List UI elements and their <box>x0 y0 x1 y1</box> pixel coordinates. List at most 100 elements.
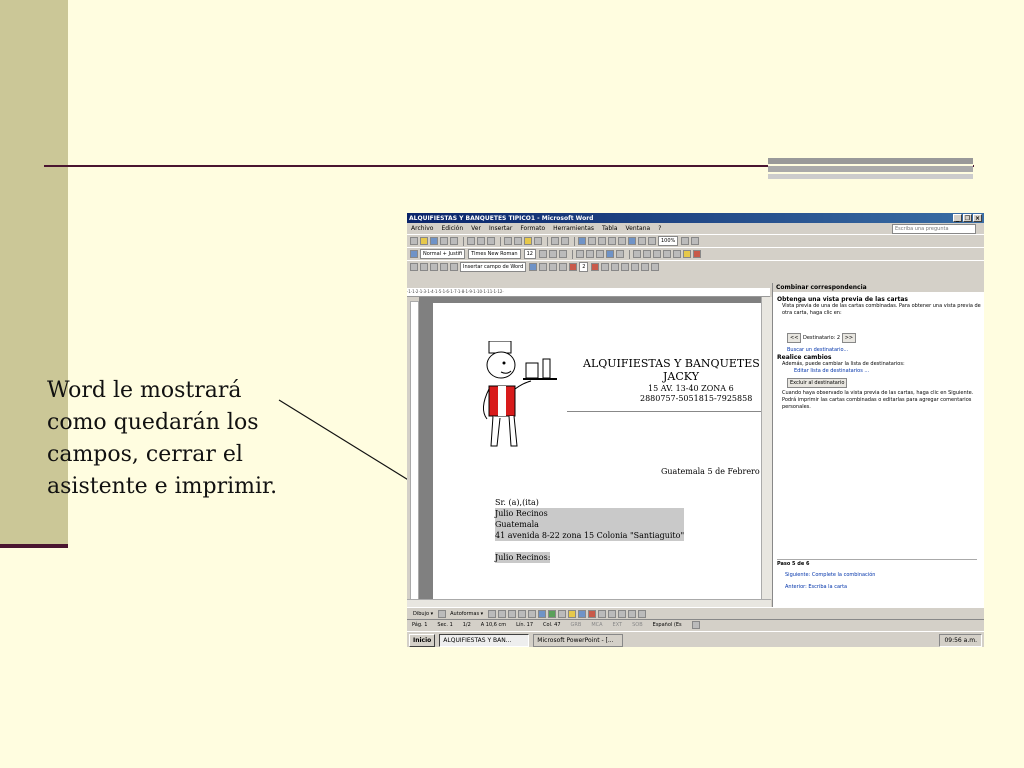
text-color-icon[interactable] <box>588 609 597 618</box>
line-spacing-icon[interactable] <box>615 250 624 258</box>
merge-new-doc-icon[interactable] <box>631 263 640 271</box>
restore-icon[interactable]: ❐ <box>963 214 972 222</box>
copy-icon[interactable] <box>514 237 522 245</box>
check-errors-icon[interactable] <box>621 263 630 271</box>
prev-step-link[interactable]: Anterior: Escriba la carta <box>785 584 977 591</box>
next-record-icon[interactable] <box>591 263 600 271</box>
taskbar-powerpoint-item[interactable]: Microsoft PowerPoint - [... <box>533 633 624 647</box>
picture-icon[interactable] <box>558 609 567 618</box>
highlight-fields-icon[interactable] <box>539 263 548 271</box>
font-select[interactable]: Times New Roman <box>468 249 521 259</box>
autoshapes-menu[interactable]: Autoformas ▾ <box>448 610 485 618</box>
prev-record-icon[interactable] <box>569 263 578 271</box>
taskbar-word-item[interactable]: ALQUIFIESTAS Y BAN... <box>439 633 530 647</box>
justify-icon[interactable] <box>605 250 614 258</box>
first-record-icon[interactable] <box>559 263 568 271</box>
style-select[interactable]: Normal + Justifi <box>420 249 466 259</box>
next-step-link[interactable]: Siguiente: Complete la combinación <box>785 572 977 579</box>
document-page[interactable]: ALQUIFIESTAS Y BANQUETES JACKY 15 AV. 13… <box>433 303 775 599</box>
docmap-icon[interactable] <box>638 237 646 245</box>
print-icon[interactable] <box>467 237 475 245</box>
recipients-icon[interactable] <box>430 263 438 271</box>
font-size-select[interactable]: 12 <box>523 249 536 259</box>
exclude-recipient-button[interactable]: Excluir al destinatario <box>787 378 848 388</box>
line-icon[interactable] <box>488 609 497 618</box>
last-record-icon[interactable] <box>601 263 610 271</box>
save-icon[interactable] <box>430 237 438 245</box>
menu-tabla[interactable]: Tabla <box>602 225 618 232</box>
border-icon[interactable] <box>672 250 681 258</box>
arrow-style-icon[interactable] <box>618 609 627 618</box>
minimize-icon[interactable]: _ <box>953 214 962 222</box>
columns-icon[interactable] <box>618 237 626 245</box>
greeting-icon[interactable] <box>450 263 458 271</box>
menu-archivo[interactable]: Archivo <box>411 225 433 232</box>
oval-icon[interactable] <box>518 609 527 618</box>
redo-icon[interactable] <box>561 237 569 245</box>
styles-pane-icon[interactable] <box>410 250 418 258</box>
wordart-icon[interactable] <box>538 609 547 618</box>
line-color-icon[interactable] <box>578 609 587 618</box>
permission-icon[interactable] <box>440 237 448 245</box>
paste-icon[interactable] <box>524 237 532 245</box>
drawing-icon[interactable] <box>628 237 636 245</box>
select-objects-icon[interactable] <box>438 609 447 618</box>
menu-formato[interactable]: Formato <box>520 225 545 232</box>
menu-herramientas[interactable]: Herramientas <box>553 225 594 232</box>
font-color-icon[interactable] <box>692 250 701 258</box>
read-icon[interactable] <box>691 237 700 245</box>
bullets-icon[interactable] <box>642 250 651 258</box>
clipart-icon[interactable] <box>548 609 557 618</box>
record-number-input[interactable]: 2 <box>579 262 589 272</box>
dash-style-icon[interactable] <box>608 609 617 618</box>
menu-help[interactable]: ? <box>658 225 661 232</box>
match-fields-icon[interactable] <box>549 263 558 271</box>
next-recipient-button[interactable]: >> <box>841 333 857 343</box>
undo-icon[interactable] <box>551 237 559 245</box>
menu-ver[interactable]: Ver <box>471 225 481 232</box>
find-entry-icon[interactable] <box>611 263 620 271</box>
help-search-input[interactable]: Escriba una pregunta <box>892 223 976 234</box>
line-style-icon[interactable] <box>598 609 607 618</box>
new-icon[interactable] <box>410 237 418 245</box>
help-icon[interactable] <box>681 237 690 245</box>
view-merged-icon[interactable] <box>529 263 538 271</box>
preview-icon[interactable] <box>477 237 485 245</box>
prev-recipient-button[interactable]: << <box>787 333 802 343</box>
textbox-icon[interactable] <box>528 609 537 618</box>
menu-edicion[interactable]: Edición <box>441 225 463 232</box>
3d-icon[interactable] <box>638 609 647 618</box>
excel-icon[interactable] <box>608 237 616 245</box>
shadow-icon[interactable] <box>628 609 637 618</box>
vertical-scrollbar[interactable] <box>761 297 772 599</box>
fill-color-icon[interactable] <box>568 609 577 618</box>
cut-icon[interactable] <box>504 237 512 245</box>
numbering-icon[interactable] <box>632 250 641 258</box>
find-recipient-link[interactable]: Buscar un destinatario... <box>787 347 981 354</box>
insert-word-field-select[interactable]: Insertar campo de Word <box>460 262 527 272</box>
menu-ventana[interactable]: Ventana <box>626 225 651 232</box>
increase-indent-icon[interactable] <box>662 250 671 258</box>
open-source-icon[interactable] <box>420 263 428 271</box>
align-right-icon[interactable] <box>595 250 604 258</box>
show-hide-icon[interactable] <box>648 237 656 245</box>
underline-icon[interactable] <box>558 250 567 258</box>
close-icon[interactable]: × <box>973 214 982 222</box>
merge-printer-icon[interactable] <box>641 263 650 271</box>
italic-icon[interactable] <box>548 250 557 258</box>
main-doc-icon[interactable] <box>410 263 418 271</box>
address-block-icon[interactable] <box>440 263 448 271</box>
start-button[interactable]: Inicio <box>409 633 436 647</box>
draw-menu[interactable]: Dibujo ▾ <box>411 610 435 618</box>
merge-email-icon[interactable] <box>651 263 660 271</box>
align-left-icon[interactable] <box>575 250 584 258</box>
format-painter-icon[interactable] <box>534 237 542 245</box>
zoom-select[interactable]: 100% <box>658 236 679 246</box>
highlight-icon[interactable] <box>682 250 691 258</box>
align-center-icon[interactable] <box>585 250 594 258</box>
insert-table-icon[interactable] <box>598 237 606 245</box>
hyperlink-icon[interactable] <box>578 237 586 245</box>
menu-insertar[interactable]: Insertar <box>489 225 512 232</box>
bold-icon[interactable] <box>538 250 547 258</box>
edit-recipients-link[interactable]: Editar lista de destinatarios ... <box>794 368 981 375</box>
